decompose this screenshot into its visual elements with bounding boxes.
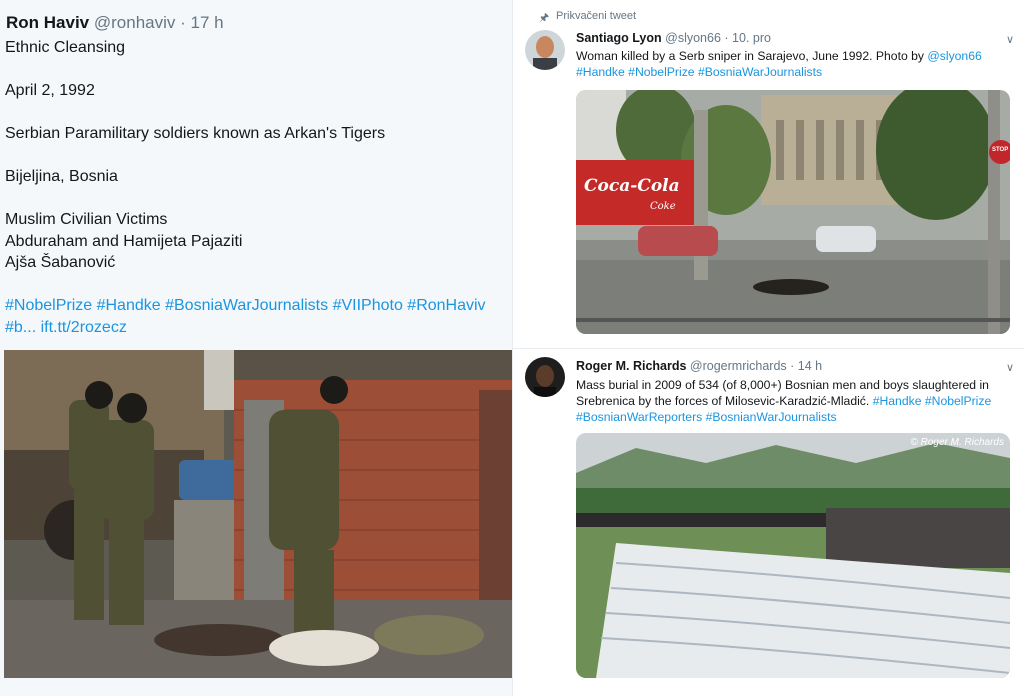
tweet-header: Roger M. Richards @rogermrichards · 14 h (576, 359, 822, 373)
left-bottom-strip (0, 678, 512, 696)
tweet-paragraph: April 2, 1992 (5, 82, 95, 99)
author-name[interactable]: Santiago Lyon (576, 31, 662, 45)
pinned-text: Prikvačeni tweet (556, 10, 637, 22)
right-column: 🖈 Prikvačeni tweet Santiago Lyon @slyon6… (512, 0, 1024, 696)
tweet-time[interactable]: · 10. pro (724, 31, 771, 45)
hashtags-line[interactable]: #NobelPrize #Handke #BosniaWarJournalist… (5, 295, 510, 317)
tweet-paragraph: Ethnic Cleansing (5, 39, 126, 56)
author-name[interactable]: Ron Haviv (6, 13, 89, 32)
tweet-header: Ron Haviv @ronhaviv · 17 h (6, 13, 224, 33)
author-handle[interactable]: @rogermrichards (690, 359, 787, 373)
avatar-image (525, 357, 565, 397)
hashtags-inline[interactable]: #Handke #NobelPrize (873, 394, 992, 408)
hashtags-link-line[interactable]: #b... ift.tt/2rozecz (5, 317, 510, 339)
tweet-divider (513, 348, 1024, 349)
tweet-text: Woman killed by a Serb sniper in Sarajev… (576, 48, 1016, 80)
tweet-photo[interactable] (4, 350, 512, 678)
author-handle[interactable]: @ronhaviv (94, 13, 176, 32)
chevron-down-icon[interactable]: ∨ (1006, 361, 1014, 374)
victims-heading: Muslim Civilian Victims (5, 211, 168, 228)
photo-sign-text: Coca-Cola (584, 176, 680, 196)
tweet-paragraph: Bijeljina, Bosnia (5, 168, 118, 185)
separator-dot: · (180, 13, 186, 32)
hashtags[interactable]: #Handke #NobelPrize #BosniaWarJournalist… (576, 65, 822, 79)
mention-link[interactable]: @slyon66 (927, 49, 981, 63)
pinned-label: 🖈 Prikvačeni tweet (539, 10, 637, 24)
tweet-photo[interactable]: Coca-Cola Coke STOP (576, 90, 1010, 334)
pin-icon: 🖈 (539, 12, 550, 24)
author-name[interactable]: Roger M. Richards (576, 359, 686, 373)
victims-line: Ajša Šabanović (5, 254, 116, 271)
tweet-time[interactable]: 17 h (191, 13, 224, 32)
victims-line: Abduraham and Hamijeta Pajaziti (5, 232, 243, 250)
srebrenica-photo (576, 433, 1010, 678)
chevron-down-icon[interactable]: ∨ (1006, 33, 1014, 46)
tweet-photo[interactable]: © Roger M. Richards (576, 433, 1010, 678)
photo-credit: © Roger M. Richards (910, 437, 1004, 448)
avatar[interactable] (525, 357, 565, 397)
tweet-paragraph: Serbian Paramilitary soldiers known as A… (5, 125, 386, 142)
hashtags[interactable]: #BosnianWarReporters #BosnianWarJournali… (576, 410, 837, 424)
tweet-text-body: Woman killed by a Serb sniper in Sarajev… (576, 49, 924, 63)
tweet-time[interactable]: · 14 h (790, 359, 822, 373)
tweet-text: Mass burial in 2009 of 534 (of 8,000+) B… (576, 377, 1016, 425)
tweet-header: Santiago Lyon @slyon66 · 10. pro (576, 31, 771, 45)
sarajevo-photo (576, 90, 1010, 334)
photo-stop-sign-text: STOP (992, 147, 1009, 153)
left-tweet[interactable]: Ron Haviv @ronhaviv · 17 h Ethnic Cleans… (0, 0, 512, 696)
author-handle[interactable]: @slyon66 (665, 31, 721, 45)
avatar-image (525, 30, 565, 70)
photo-sign-subtext: Coke (650, 201, 676, 212)
tweet-body: Ethnic Cleansing April 2, 1992 Serbian P… (5, 37, 510, 338)
bijeljina-photo (4, 350, 512, 678)
avatar[interactable] (525, 30, 565, 70)
